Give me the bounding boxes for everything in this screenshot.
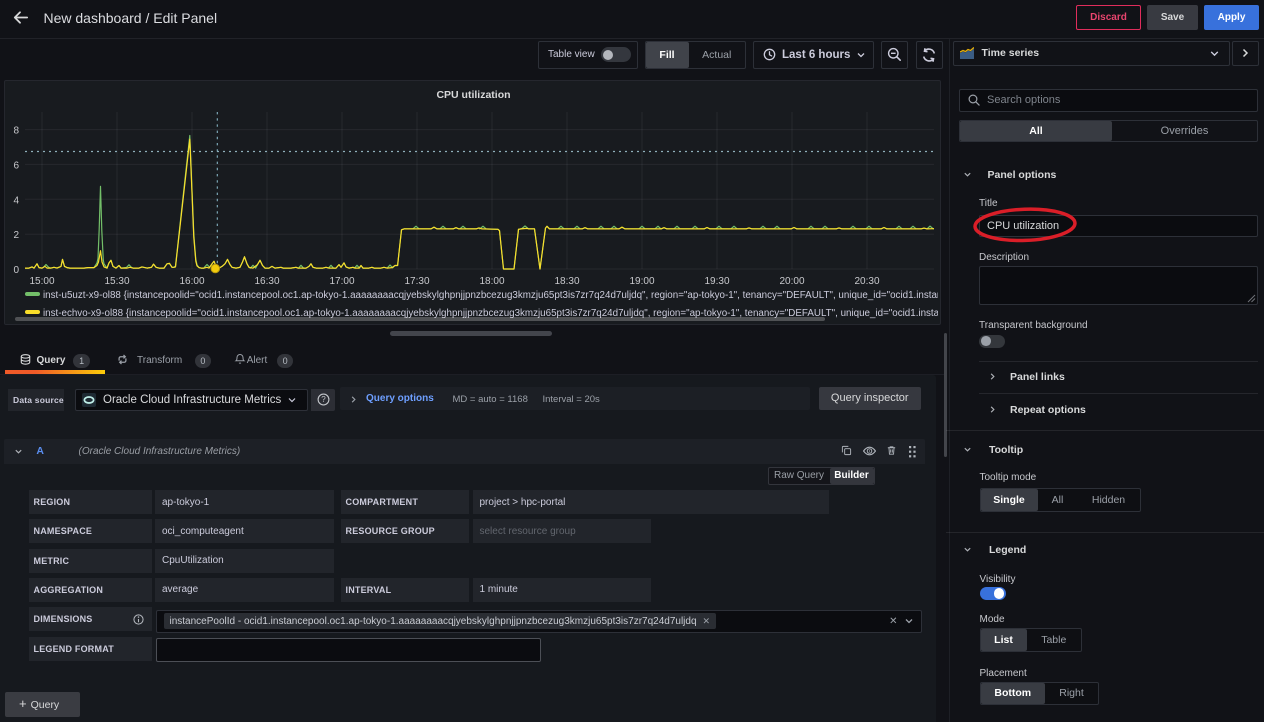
svg-text:?: ?: [321, 395, 326, 404]
svg-text:18:00: 18:00: [479, 276, 504, 287]
svg-text:0: 0: [13, 265, 19, 276]
svg-text:17:00: 17:00: [329, 276, 354, 287]
svg-text:6: 6: [13, 160, 19, 171]
svg-text:19:30: 19:30: [704, 276, 729, 287]
svg-text:17:30: 17:30: [404, 276, 429, 287]
svg-text:8: 8: [13, 125, 19, 136]
svg-text:15:00: 15:00: [29, 276, 54, 287]
svg-text:19:00: 19:00: [629, 276, 654, 287]
svg-text:4: 4: [13, 195, 19, 206]
svg-text:20:00: 20:00: [779, 276, 804, 287]
svg-text:16:00: 16:00: [179, 276, 204, 287]
svg-text:15:30: 15:30: [104, 276, 129, 287]
svg-text:20:30: 20:30: [854, 276, 879, 287]
svg-text:2: 2: [13, 230, 19, 241]
svg-text:18:30: 18:30: [554, 276, 579, 287]
svg-text:16:30: 16:30: [254, 276, 279, 287]
